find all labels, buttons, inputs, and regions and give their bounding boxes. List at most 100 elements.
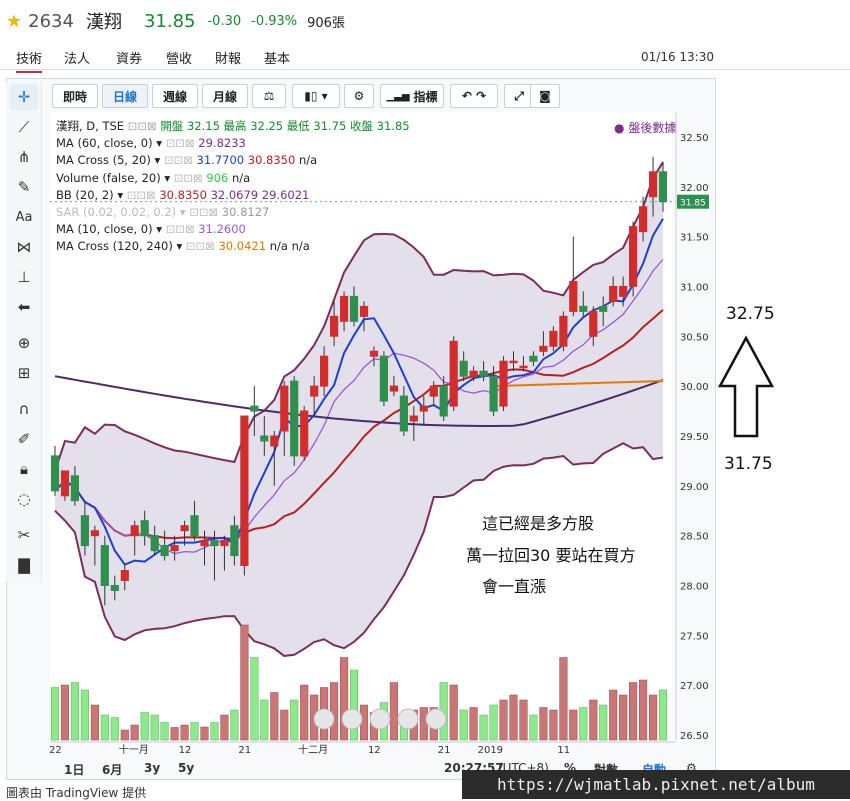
weekly-button[interactable]: 週線 (152, 84, 198, 108)
measure-icon[interactable]: ⊞ (10, 360, 38, 386)
chart-type-icon[interactable]: ▮▯ ▾ (292, 84, 340, 108)
legend-row-controls-icon[interactable]: ⊡⊡⊠ (189, 205, 222, 219)
quote-datetime: 01/16 13:30 (641, 50, 714, 64)
legend-row[interactable]: SAR (0.02, 0.02, 0.2) ▾ ⊡⊡⊠ 30.8127 (56, 204, 410, 221)
price-change-pct: -0.93% (251, 13, 298, 29)
range-5y-button[interactable]: 5y (178, 761, 194, 775)
legend-row-label: MA Cross (5, 20) ▾ (56, 153, 164, 168)
legend-row-value: n/a (298, 153, 318, 168)
crosshair-icon[interactable]: ✛ (10, 84, 38, 110)
annotation-line3: 會一直漲 (482, 577, 547, 596)
legend-row-label: MA Cross (120, 240) ▾ (56, 239, 186, 254)
settings-gear-icon[interactable]: ⚙ (344, 84, 374, 108)
legend-row-controls-icon[interactable]: ⊡⊡⊠ (164, 153, 197, 167)
tab-revenue[interactable]: 營收 (166, 48, 192, 67)
quote-header: ★ 2634 漢翔 31.85 -0.30 -0.93% 906張 (0, 0, 850, 42)
legend-row-value: 32.0679 (210, 187, 262, 202)
price-change: -0.30 (207, 13, 242, 29)
legend-row[interactable]: MA (10, close, 0) ▾ ⊡⊡⊠ 31.2600 (56, 221, 410, 238)
undo-redo-icon[interactable]: ↶ ↷ (450, 84, 498, 108)
chart-legend: 漢翔, D, TSE ⊡⊡⊠ 開盤 32.15 最高 32.25 最低 31.7… (56, 118, 410, 256)
legend-row-value: n/a (291, 239, 310, 254)
watermark: https://wjmatlab.pixnet.net/album (462, 770, 850, 799)
tab-profile[interactable]: 基本 (264, 48, 290, 67)
compare-scale-icon[interactable]: ⚖ (252, 84, 286, 108)
legend-row-value: 29.6021 (261, 187, 310, 202)
legend-row-label: MA (60, close, 0) ▾ (56, 136, 166, 151)
trendline-icon[interactable]: ⟋ (10, 114, 38, 140)
range-6m-button[interactable]: 6月 (102, 761, 122, 778)
post-market-label: 盤後數據 (628, 121, 677, 135)
legend-symbol: 漢翔, D, TSE ⊡⊡⊠ 開盤 32.15 最高 32.25 最低 31.7… (56, 118, 410, 135)
legend-row-value: n/a (269, 239, 292, 254)
legend-row[interactable]: Volume (false, 20) ▾ ⊡⊡⊠ 906 n/a (56, 170, 410, 187)
indicators-label: 指標 (413, 89, 438, 104)
intraday-button[interactable]: 即時 (52, 84, 98, 108)
post-market-dot-icon: ● (614, 121, 625, 135)
chart-credit: 圖表由 TradingView 提供 (6, 786, 147, 800)
hide-drawings-icon[interactable]: ◌ (10, 486, 38, 512)
legend-row[interactable]: BB (20, 2) ▾ ⊡⊡⊠ 30.8350 32.0679 29.6021 (56, 187, 410, 204)
post-market-data-link[interactable]: ● 盤後數據 (614, 119, 676, 136)
legend-row-controls-icon[interactable]: ⊡⊡⊠ (166, 136, 199, 150)
stock-name: 漢翔 (85, 12, 122, 33)
symbol-line: 漢翔, D, TSE (56, 119, 125, 133)
legend-row-value: 906 (206, 170, 232, 185)
brush-icon[interactable]: ✎ (10, 174, 38, 200)
target-high-value: 32.75 (726, 304, 775, 324)
legend-row-value: 31.2600 (198, 222, 246, 237)
range-1d-button[interactable]: 1日 (64, 761, 84, 778)
fib-icon[interactable]: ⊥ (10, 264, 38, 290)
legend-row-value: 30.0421 (218, 239, 270, 254)
legend-row-label: BB (20, 2) ▾ (56, 187, 127, 202)
draw-mode-icon[interactable]: ✐ (10, 426, 38, 452)
tools-icon[interactable]: ✂ (10, 522, 38, 548)
tab-margin[interactable]: 資券 (116, 48, 142, 67)
legend-row-controls-icon[interactable]: ⊡⊡⊠ (166, 222, 199, 236)
up-arrow-icon (717, 335, 775, 438)
magnet-icon[interactable]: ∩ (10, 396, 38, 422)
legend-row-value: 29.8233 (198, 136, 246, 151)
text-tool-icon[interactable]: Aa (10, 204, 38, 230)
pattern-icon[interactable]: ⋈ (10, 234, 38, 260)
section-tabs: 技術 法人 資券 營收 財報 基本 01/16 13:30 (0, 42, 850, 73)
legend-row-controls-icon[interactable]: ⊡⊡⊠ (186, 239, 219, 253)
tab-technical[interactable]: 技術 (16, 48, 43, 73)
stock-code: 2634 (28, 10, 74, 32)
annotation-line2: 萬一拉回30 要站在買方 (466, 546, 636, 565)
tab-financials[interactable]: 財報 (215, 48, 241, 67)
legend-row-value: n/a (231, 170, 251, 185)
pitchfork-icon[interactable]: ⋔ (10, 144, 38, 170)
snapshot-camera-icon[interactable]: ◙ (530, 84, 560, 108)
annotation-line1: 這已經是多方股 (482, 514, 595, 533)
arrow-left-icon[interactable]: ⬅ (10, 294, 38, 320)
legend-row-controls-icon[interactable]: ⊡⊡⊠ (127, 188, 160, 202)
daily-button[interactable]: 日線 (102, 84, 148, 108)
legend-row-value: 30.8127 (221, 205, 270, 220)
zoom-icon[interactable]: ⊕ (10, 330, 38, 356)
legend-controls-icon[interactable]: ⊡⊡⊠ (128, 119, 157, 133)
legend-row-label: SAR (0.02, 0.02, 0.2) ▾ (56, 205, 190, 220)
chart-toolbar: 即時 日線 週線 月線 ⚖ ▮▯ ▾ ⚙ ▁▃▅ 指標 ↶ ↷ ⤢ ◙ (48, 82, 712, 110)
range-3y-button[interactable]: 3y (144, 761, 160, 775)
target-low-value: 31.75 (724, 454, 773, 474)
legend-row-value: 30.8350 (247, 153, 299, 168)
legend-row-value: 31.7700 (196, 153, 248, 168)
trash-icon[interactable]: ▇ (10, 552, 38, 578)
indicators-icon: ▁▃▅ (386, 90, 410, 102)
legend-row-label: Volume (false, 20) ▾ (56, 170, 174, 185)
legend-row[interactable]: MA (60, close, 0) ▾ ⊡⊡⊠ 29.8233 (56, 135, 410, 152)
trade-volume: 906張 (307, 15, 345, 31)
drawing-toolbar: ✛ ⟋ ⋔ ✎ Aa ⋈ ⊥ ⬅ ⊕ ⊞ ∩ ✐ 🔒︎ ◌ ✂ ▇ (6, 82, 42, 582)
lock-icon[interactable]: 🔒︎ (10, 456, 38, 482)
indicators-button[interactable]: ▁▃▅ 指標 (380, 84, 444, 108)
legend-row-controls-icon[interactable]: ⊡⊡⊠ (174, 171, 207, 185)
tab-institutional[interactable]: 法人 (64, 48, 90, 67)
ohlc-values: 開盤 32.15 最高 32.25 最低 31.75 收盤 31.85 (160, 119, 410, 133)
legend-row-label: MA (10, close, 0) ▾ (56, 222, 166, 237)
favorite-star-icon[interactable]: ★ (6, 11, 22, 32)
last-price: 31.85 (143, 10, 196, 32)
legend-row[interactable]: MA Cross (5, 20) ▾ ⊡⊡⊠ 31.7700 30.8350 n… (56, 152, 410, 169)
monthly-button[interactable]: 月線 (202, 84, 248, 108)
legend-row[interactable]: MA Cross (120, 240) ▾ ⊡⊡⊠ 30.0421 n/a n/… (56, 238, 410, 255)
